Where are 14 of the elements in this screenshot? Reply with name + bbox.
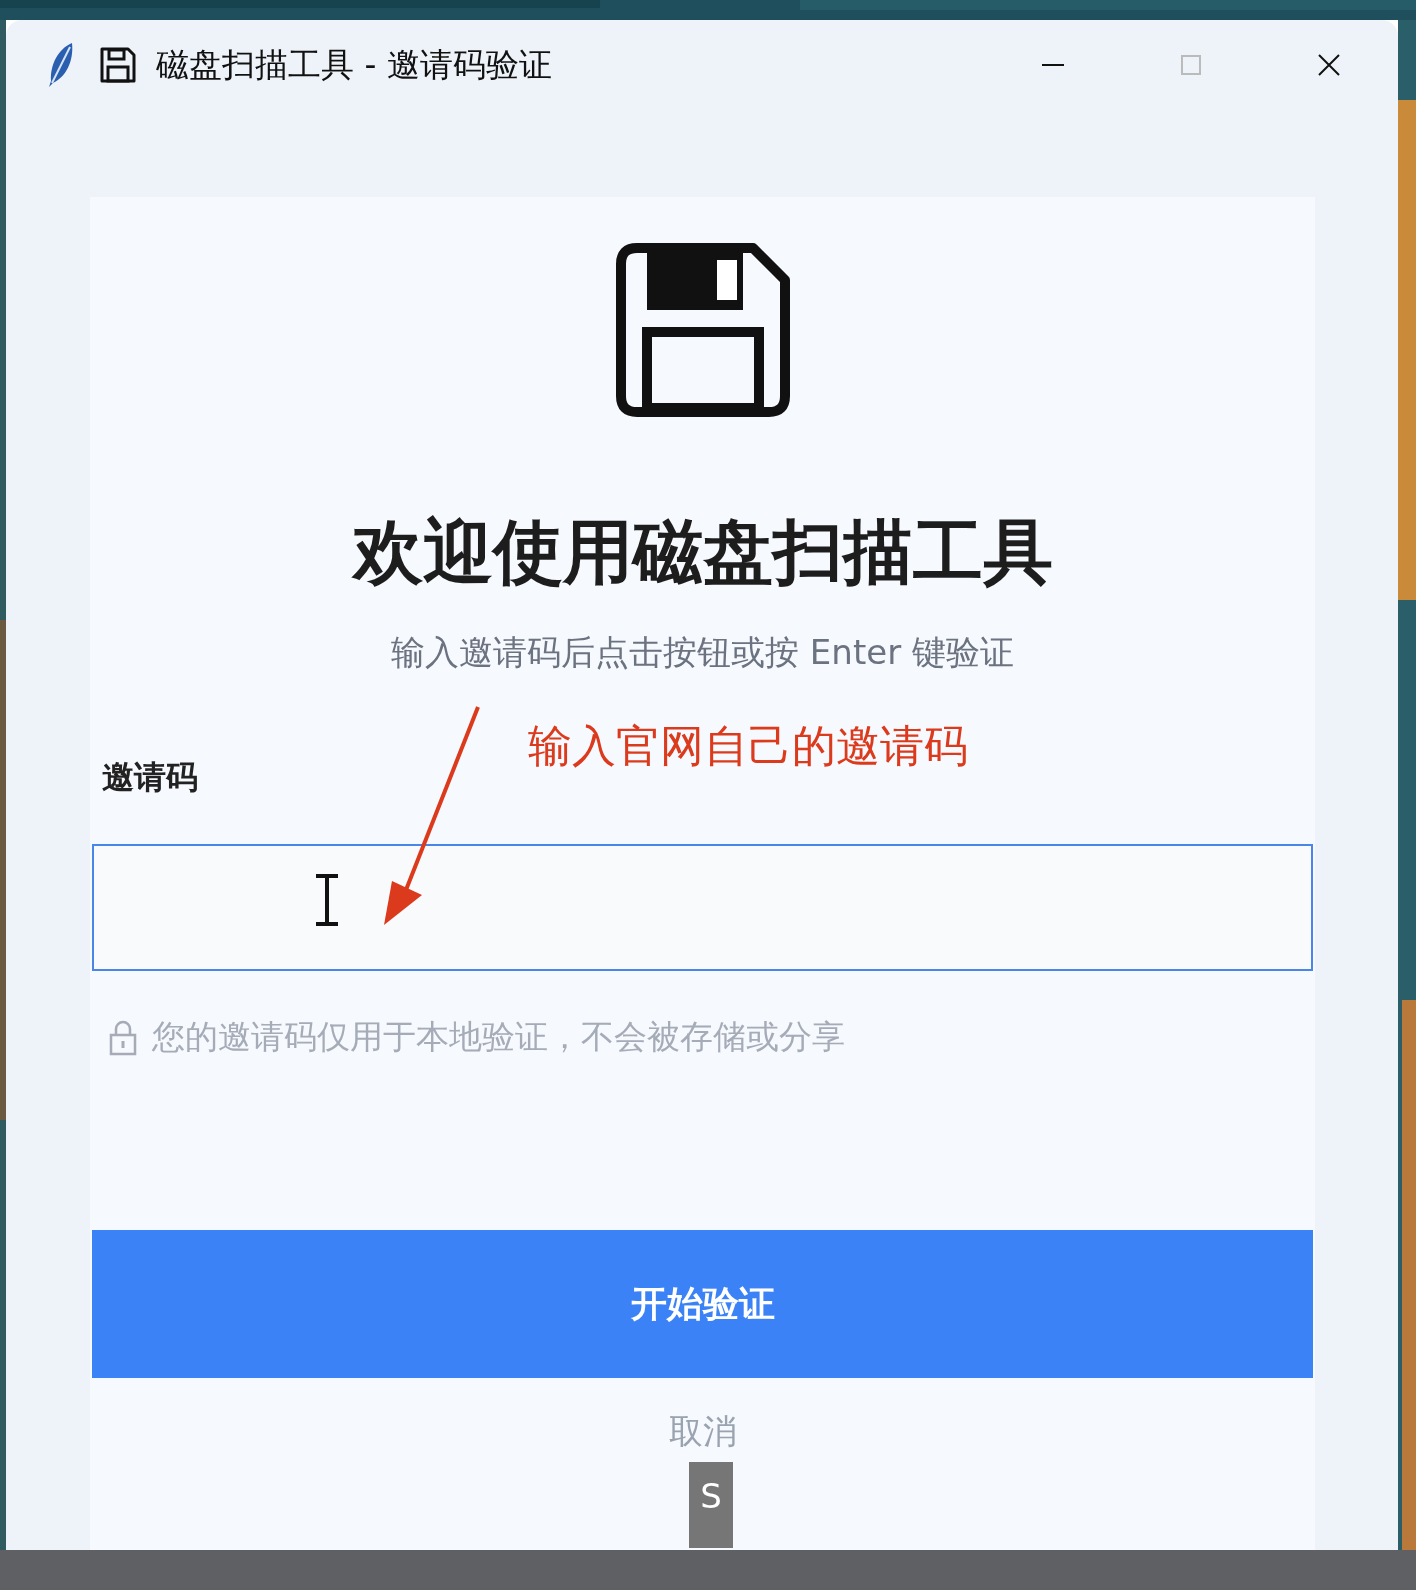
invite-code-field[interactable] xyxy=(92,844,1313,971)
minimize-icon xyxy=(1042,64,1064,66)
instruction-text: 输入邀请码后点击按钮或按 Enter 键验证 xyxy=(391,631,1014,674)
close-icon xyxy=(1316,52,1342,78)
key-overlay: S xyxy=(689,1462,733,1548)
welcome-heading: 欢迎使用磁盘扫描工具 xyxy=(352,510,1053,594)
privacy-note: 您的邀请码仅用于本地验证，不会被存储或分享 xyxy=(152,1016,845,1058)
annotation-text: 输入官网自己的邀请码 xyxy=(528,719,968,773)
window-title: 磁盘扫描工具 - 邀请码验证 xyxy=(156,43,552,86)
verify-button[interactable]: 开始验证 xyxy=(92,1230,1313,1378)
cancel-link[interactable]: 取消 xyxy=(668,1414,737,1448)
lock-icon xyxy=(108,1019,138,1056)
field-label: 邀请码 xyxy=(102,757,198,798)
maximize-icon xyxy=(1179,53,1203,77)
